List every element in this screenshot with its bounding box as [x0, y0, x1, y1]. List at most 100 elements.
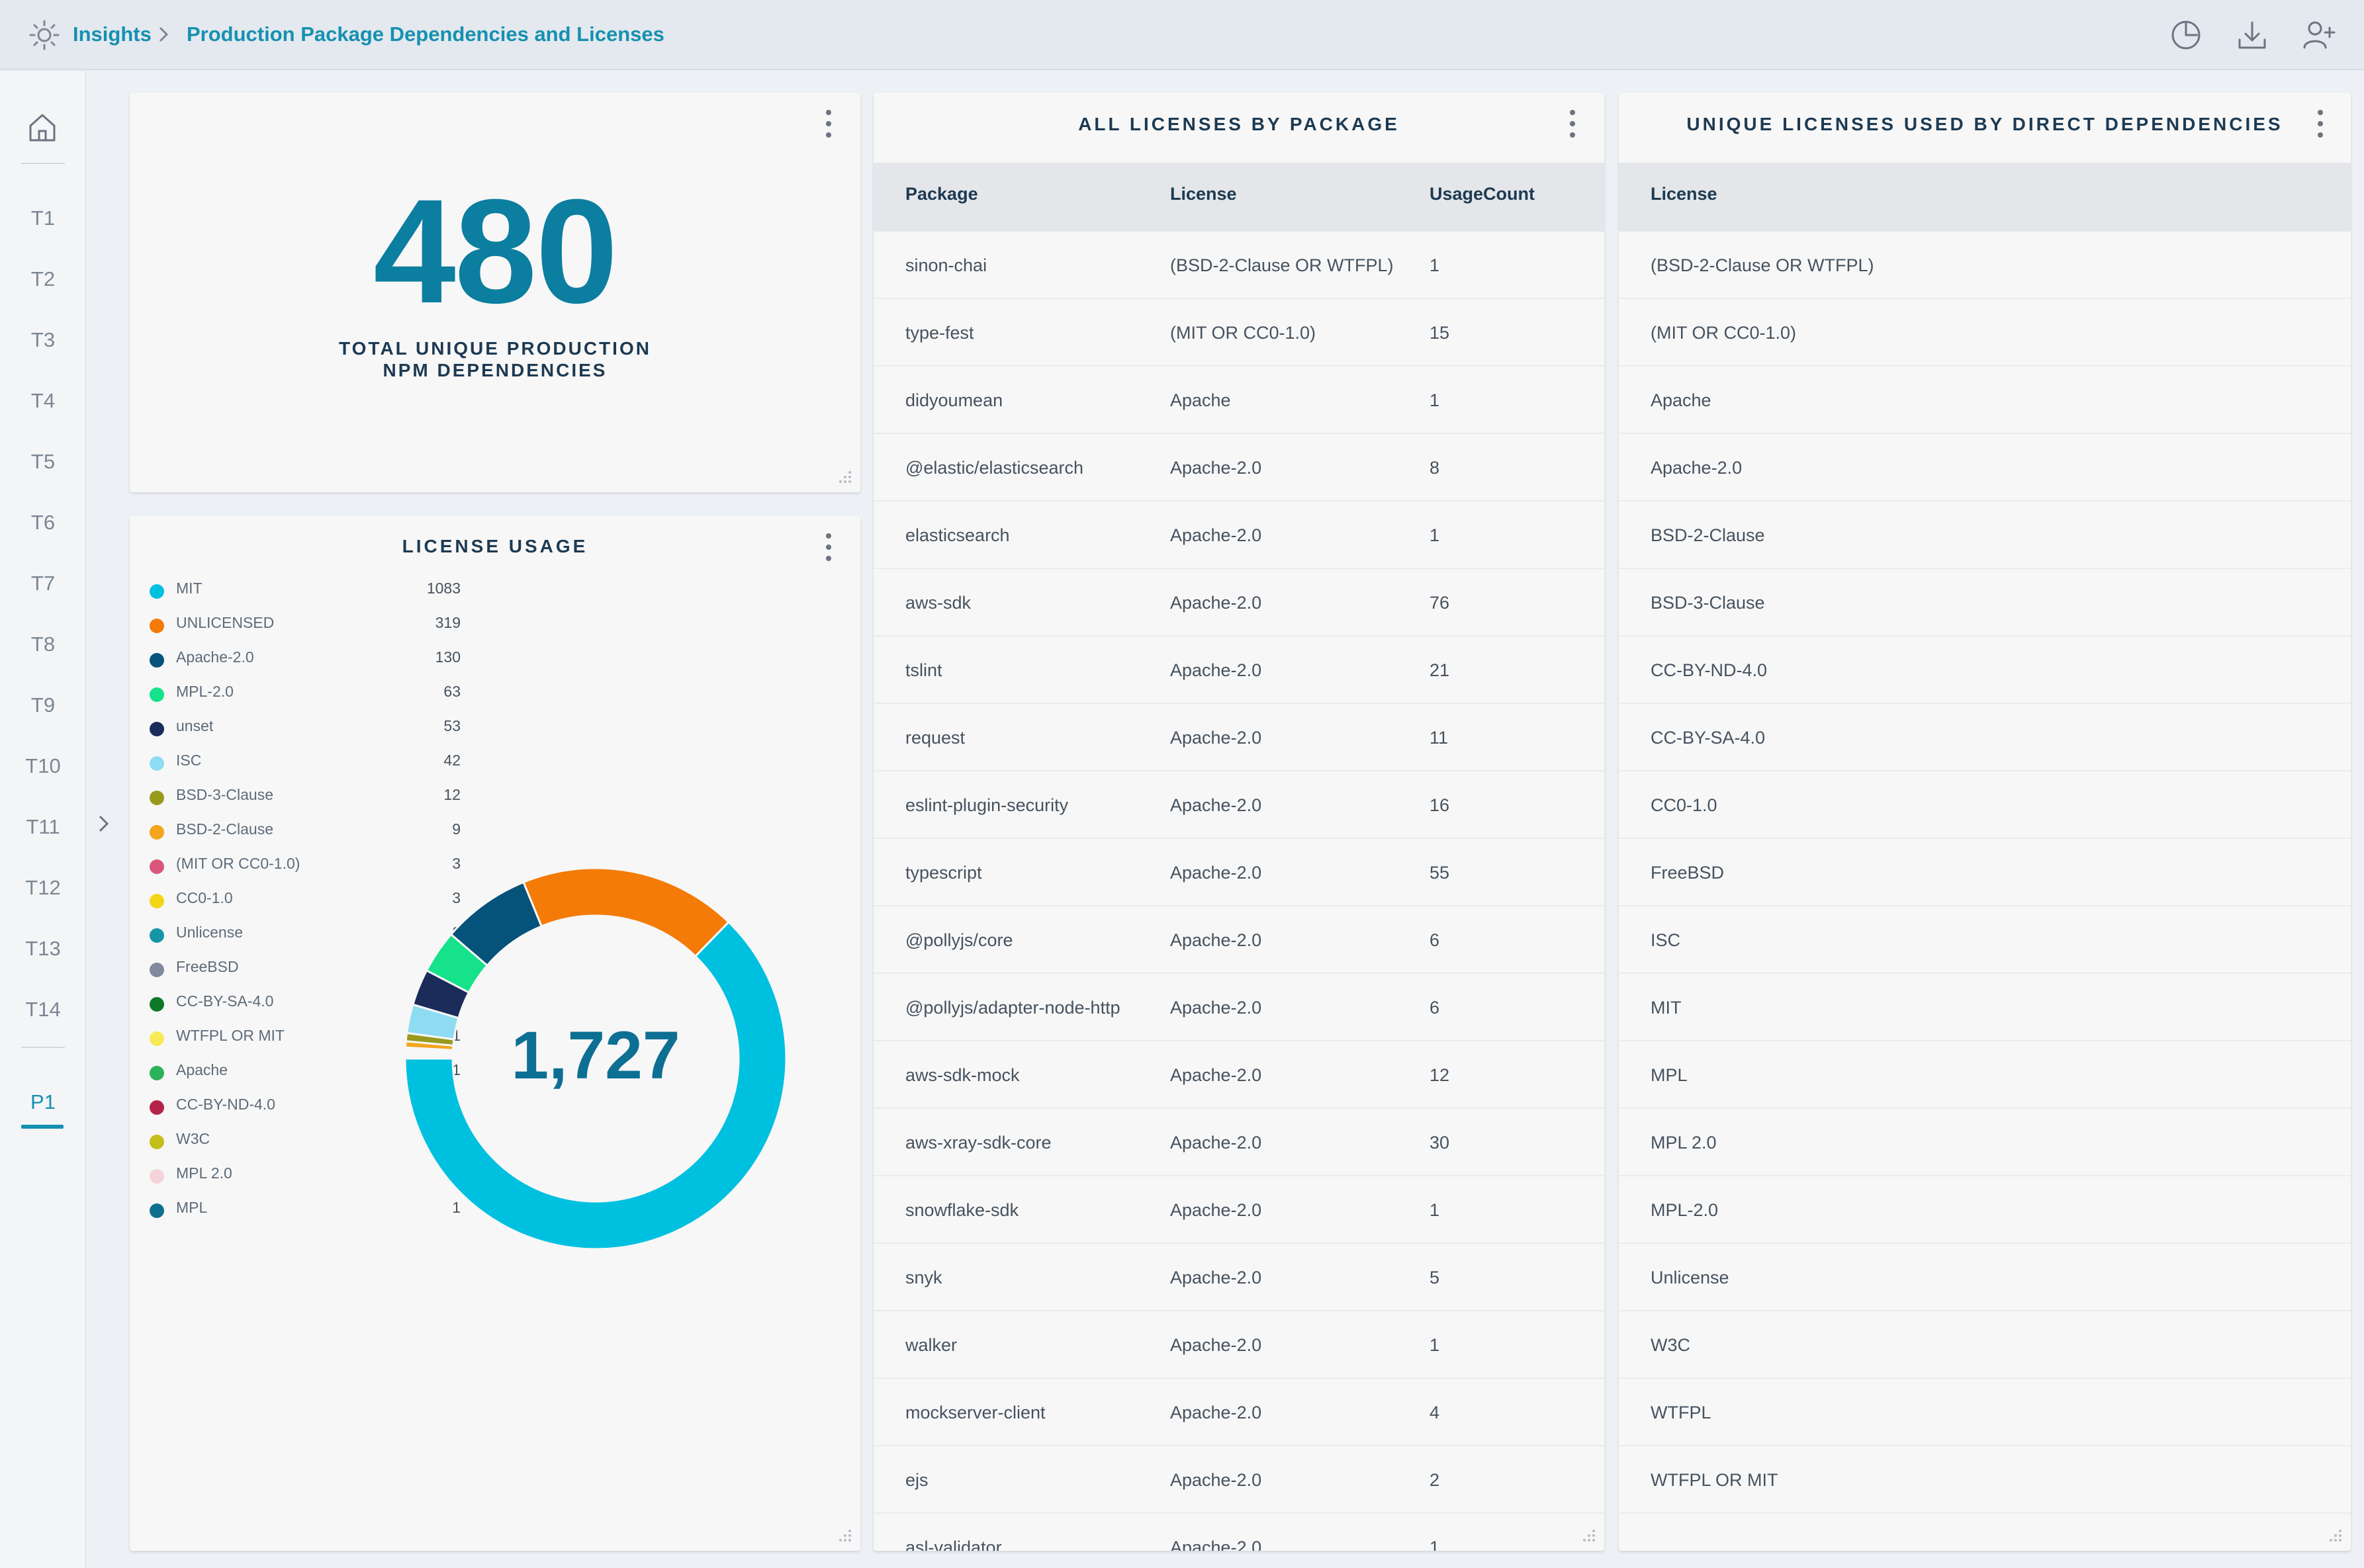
table-row[interactable]: Apache	[1619, 367, 2351, 434]
sidebar-item-t8[interactable]: T8	[0, 631, 86, 658]
table-row[interactable]: Apache-2.0	[1619, 434, 2351, 501]
pie-chart-icon[interactable]	[2168, 17, 2204, 53]
sidebar-item-t10[interactable]: T10	[0, 753, 86, 779]
unique-licenses-menu-icon[interactable]	[2312, 107, 2328, 140]
table-row[interactable]: @pollyjs/core Apache-2.0 6	[874, 906, 1604, 974]
table-row[interactable]: @pollyjs/adapter-node-http Apache-2.0 6	[874, 974, 1604, 1041]
sidebar-item-t2[interactable]: T2	[0, 266, 86, 292]
table-row[interactable]: type-fest (MIT OR CC0-1.0) 15	[874, 299, 1604, 367]
license-cell: Apache-2.0	[1170, 1133, 1262, 1153]
table-row[interactable]: MPL	[1619, 1041, 2351, 1109]
table-row[interactable]: aws-sdk Apache-2.0 76	[874, 569, 1604, 636]
legend-swatch	[150, 859, 164, 874]
sidebar-item-t6[interactable]: T6	[0, 509, 86, 536]
table-row[interactable]: MPL-2.0	[1619, 1176, 2351, 1244]
column-header-usagecount[interactable]: UsageCount	[1430, 184, 1535, 204]
table-row[interactable]: asl-validator Apache-2.0 1	[874, 1514, 1604, 1551]
table-row[interactable]: typescript Apache-2.0 55	[874, 839, 1604, 906]
table-row[interactable]: Unlicense	[1619, 1244, 2351, 1311]
package-cell: aws-sdk-mock	[905, 1065, 1020, 1085]
resize-handle-icon[interactable]	[2327, 1527, 2344, 1544]
license-cell: CC-BY-SA-4.0	[1651, 728, 1766, 748]
license-cell: MPL-2.0	[1651, 1200, 1719, 1220]
table-row[interactable]: (BSD-2-Clause OR WTFPL)	[1619, 232, 2351, 299]
legend-item[interactable]: MIT 1083	[150, 577, 461, 603]
table-row[interactable]: ISC	[1619, 906, 2351, 974]
package-cell: ejs	[905, 1470, 929, 1490]
table-row[interactable]: sinon-chai (BSD-2-Clause OR WTFPL) 1	[874, 232, 1604, 299]
table-row[interactable]: aws-xray-sdk-core Apache-2.0 30	[874, 1109, 1604, 1176]
breadcrumb-insights-link[interactable]: Insights	[73, 20, 152, 49]
sidebar-item-t12[interactable]: T12	[0, 875, 86, 901]
legend-swatch	[150, 928, 164, 943]
legend-swatch	[150, 1100, 164, 1115]
kpi-menu-icon[interactable]	[821, 107, 837, 140]
table-row[interactable]: mockserver-client Apache-2.0 4	[874, 1379, 1604, 1446]
legend-item[interactable]: ISC 42	[150, 749, 461, 775]
table-row[interactable]: MIT	[1619, 974, 2351, 1041]
table-row[interactable]: elasticsearch Apache-2.0 1	[874, 501, 1604, 569]
sidebar-item-t11[interactable]: T11	[0, 814, 86, 840]
table-row[interactable]: CC-BY-SA-4.0	[1619, 704, 2351, 771]
sidebar-item-t14[interactable]: T14	[0, 996, 86, 1023]
table-row[interactable]: walker Apache-2.0 1	[874, 1311, 1604, 1379]
legend-item[interactable]: unset 53	[150, 715, 461, 741]
table-row[interactable]: (MIT OR CC0-1.0)	[1619, 299, 2351, 367]
sidebar-item-t5[interactable]: T5	[0, 449, 86, 475]
sidebar-item-t1[interactable]: T1	[0, 205, 86, 232]
table-row[interactable]: WTFPL	[1619, 1379, 2351, 1446]
table-row[interactable]: request Apache-2.0 11	[874, 704, 1604, 771]
legend-label: UNLICENSED	[176, 614, 275, 631]
table-row[interactable]: snowflake-sdk Apache-2.0 1	[874, 1176, 1604, 1244]
table-row[interactable]: ejs Apache-2.0 2	[874, 1446, 1604, 1514]
table-row[interactable]: CC-BY-ND-4.0	[1619, 636, 2351, 704]
legend-label: Unlicense	[176, 924, 243, 941]
table-row[interactable]: WTFPL OR MIT	[1619, 1446, 2351, 1514]
resize-handle-icon[interactable]	[837, 1527, 854, 1544]
sidebar-item-t7[interactable]: T7	[0, 570, 86, 597]
column-header-package[interactable]: Package	[905, 184, 978, 204]
legend-item[interactable]: Apache-2.0 130	[150, 646, 461, 672]
licenses-by-package-menu-icon[interactable]	[1565, 107, 1580, 140]
sidebar-item-t9[interactable]: T9	[0, 692, 86, 719]
table-row[interactable]: snyk Apache-2.0 5	[874, 1244, 1604, 1311]
package-cell: snyk	[905, 1268, 942, 1287]
table-row[interactable]: MPL 2.0	[1619, 1109, 2351, 1176]
sidebar-item-t3[interactable]: T3	[0, 327, 86, 353]
legend-label: unset	[176, 717, 214, 734]
table-row[interactable]: didyoumean Apache 1	[874, 367, 1604, 434]
resize-handle-icon[interactable]	[1580, 1527, 1598, 1544]
resize-handle-icon[interactable]	[837, 468, 854, 486]
table-row[interactable]: BSD-3-Clause	[1619, 569, 2351, 636]
table-row[interactable]: FreeBSD	[1619, 839, 2351, 906]
legend-label: FreeBSD	[176, 958, 239, 975]
add-user-icon[interactable]	[2300, 17, 2336, 53]
home-icon[interactable]	[24, 109, 61, 146]
table-row[interactable]: eslint-plugin-security Apache-2.0 16	[874, 771, 1604, 839]
table-row[interactable]: tslint Apache-2.0 21	[874, 636, 1604, 704]
usagecount-cell: 1	[1430, 390, 1440, 410]
license-usage-menu-icon[interactable]	[821, 531, 837, 564]
table-row[interactable]: CC0-1.0	[1619, 771, 2351, 839]
table-row[interactable]: @elastic/elasticsearch Apache-2.0 8	[874, 434, 1604, 501]
legend-value: 130	[435, 648, 461, 666]
legend-item[interactable]: BSD-2-Clause 9	[150, 818, 461, 844]
legend-swatch	[150, 791, 164, 805]
expand-sidebar-chevron-icon[interactable]	[94, 812, 114, 835]
insights-sun-icon[interactable]	[28, 19, 61, 52]
legend-swatch	[150, 1066, 164, 1080]
license-cell: W3C	[1651, 1335, 1690, 1355]
sidebar-item-t13[interactable]: T13	[0, 936, 86, 962]
sidebar-item-t4[interactable]: T4	[0, 388, 86, 414]
donut-slice-unlicensed[interactable]	[522, 867, 731, 958]
table-row[interactable]: BSD-2-Clause	[1619, 501, 2351, 569]
download-icon[interactable]	[2234, 17, 2270, 53]
sidebar-item-p1[interactable]: P1	[0, 1089, 86, 1115]
table-row[interactable]: aws-sdk-mock Apache-2.0 12	[874, 1041, 1604, 1109]
legend-item[interactable]: UNLICENSED 319	[150, 611, 461, 638]
column-header-license[interactable]: License	[1170, 184, 1237, 204]
column-header-license[interactable]: License	[1651, 184, 1717, 204]
table-row[interactable]: W3C	[1619, 1311, 2351, 1379]
legend-item[interactable]: BSD-3-Clause 12	[150, 783, 461, 810]
legend-item[interactable]: MPL-2.0 63	[150, 680, 461, 707]
